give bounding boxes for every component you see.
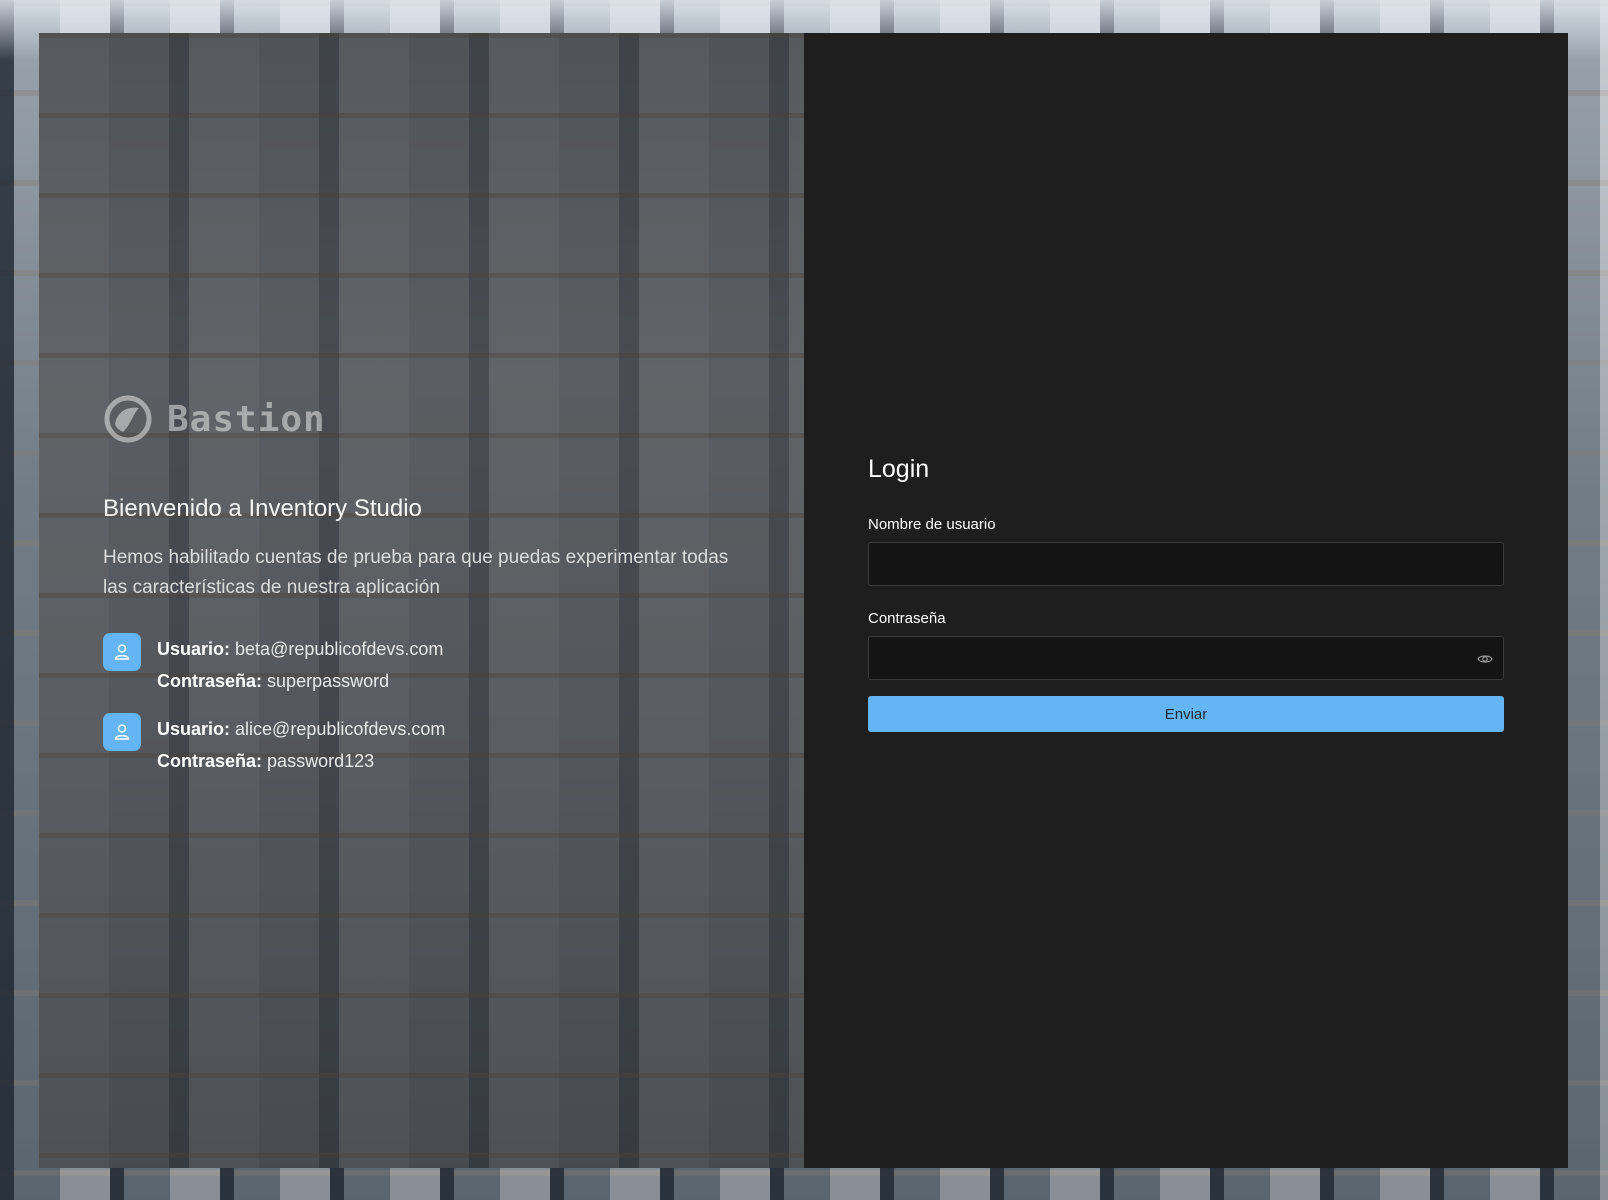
password-label: Contraseña: [157, 751, 263, 771]
demo-account-user-line: Usuario: beta@republicofdevs.com [157, 633, 443, 665]
password-label: Contraseña [868, 610, 946, 627]
demo-account-password-line: Contraseña: password123 [157, 745, 445, 777]
username-field-wrapper [868, 542, 1504, 586]
welcome-panel: Bastion Bienvenido a Inventory Studio He… [39, 33, 804, 1168]
bastion-logo-icon [104, 395, 152, 443]
username-input[interactable] [869, 543, 1503, 585]
user-label: Usuario: [157, 719, 231, 739]
demo-account-details: Usuario: alice@republicofdevs.com Contra… [157, 713, 445, 777]
login-panel: Login Nombre de usuario Contraseña Envia… [804, 33, 1568, 1168]
password-value: superpassword [267, 671, 390, 691]
brand-logo-text: Bastion [167, 398, 326, 440]
eye-icon[interactable] [1475, 649, 1495, 669]
welcome-title: Bienvenido a Inventory Studio [103, 495, 422, 522]
login-title: Login [868, 455, 930, 483]
password-input[interactable] [869, 637, 1503, 679]
password-field-wrapper [868, 636, 1504, 680]
user-icon [103, 633, 141, 671]
demo-account-1: Usuario: beta@republicofdevs.com Contras… [103, 633, 743, 697]
username-label: Nombre de usuario [868, 516, 996, 533]
demo-account-2: Usuario: alice@republicofdevs.com Contra… [103, 713, 743, 777]
brand-logo: Bastion [103, 393, 743, 445]
login-form: Login Nombre de usuario Contraseña Envia… [868, 455, 1504, 732]
user-value: beta@republicofdevs.com [235, 639, 444, 659]
password-value: password123 [267, 751, 375, 771]
demo-account-password-line: Contraseña: superpassword [157, 665, 443, 697]
user-label: Usuario: [157, 639, 231, 659]
demo-account-details: Usuario: beta@republicofdevs.com Contras… [157, 633, 443, 697]
welcome-content: Bastion Bienvenido a Inventory Studio He… [103, 393, 743, 793]
user-value: alice@republicofdevs.com [235, 719, 446, 739]
demo-account-user-line: Usuario: alice@republicofdevs.com [157, 713, 445, 745]
login-card: Bastion Bienvenido a Inventory Studio He… [39, 33, 1568, 1168]
welcome-subtitle: Hemos habilitado cuentas de prueba para … [103, 547, 729, 598]
user-icon [103, 713, 141, 751]
password-label: Contraseña: [157, 671, 263, 691]
submit-button[interactable]: Enviar [868, 696, 1504, 732]
